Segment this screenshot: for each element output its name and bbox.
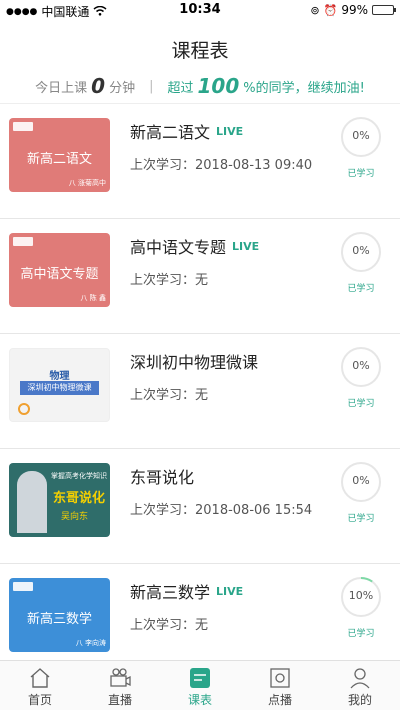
progress-percent: 0% (352, 474, 370, 487)
course-item[interactable]: 物理 深圳初中物理微课 深圳初中物理微课 上次学习：无 0% 已学习 (0, 334, 400, 449)
summary-separator: | (149, 78, 154, 94)
progress-percent: 0% (352, 359, 370, 372)
last-study: 上次学习：无 (130, 388, 209, 403)
course-thumbnail[interactable]: 新高三数学 八 李向涛 (9, 578, 110, 652)
tab-home[interactable]: 首页 (0, 661, 80, 710)
minutes-unit: 分钟 (109, 80, 136, 96)
course-name: 新高三数学 (130, 583, 211, 602)
beyond-label: 超过 (167, 80, 194, 96)
course-item[interactable]: 高中语文专题 八 陈 鑫 高中语文专题 LIVE 上次学习：无 0% 已学习 (0, 219, 400, 334)
course-item[interactable]: 新高三数学 八 李向涛 新高三数学 LIVE 上次学习：无 10% 已学习 (0, 564, 400, 660)
live-camera-icon (110, 668, 131, 687)
tab-bar: 首页 直播 课表 点播 我的 (0, 660, 400, 710)
page-title: 课程表 (171, 40, 229, 62)
progress-percent: 10% (348, 589, 374, 602)
study-summary: 今日上课 0 分钟 | 超过 100 %的同学，继续加油! (0, 74, 400, 98)
course-thumbnail[interactable]: 高中语文专题 八 陈 鑫 (9, 233, 110, 307)
last-study: 上次学习：2018-08-06 15:54 (130, 503, 313, 518)
progress-ring: 0% (340, 116, 382, 158)
live-badge: LIVE (216, 584, 244, 598)
tab-profile[interactable]: 我的 (320, 661, 400, 710)
thumbnail-teacher: 吴向东 (61, 512, 89, 522)
thumbnail-title: 新高二语文 (26, 152, 92, 167)
learned-label: 已学习 (347, 629, 375, 639)
live-badge: LIVE (232, 239, 260, 253)
course-name: 新高二语文 (130, 123, 211, 142)
tab-vod[interactable]: 点播 (240, 661, 320, 710)
progress-percent: 0% (352, 244, 370, 257)
tab-label: 课表 (187, 693, 212, 707)
thumbnail-teacher: 八 涨菊高中 (68, 179, 106, 187)
progress-ring: 0% (340, 346, 382, 388)
course-item[interactable]: 掌握高考化学知识 东哥说化 吴向东 东哥说化 上次学习：2018-08-06 1… (0, 449, 400, 564)
last-study: 上次学习：无 (130, 273, 209, 288)
beyond-suffix: %的同学，继续加油! (243, 80, 365, 96)
course-name: 深圳初中物理微课 (130, 353, 259, 372)
progress-ring: 0% (340, 461, 382, 503)
thumbnail-teacher: 八 李向涛 (75, 639, 106, 647)
learned-label: 已学习 (347, 514, 375, 524)
tab-label: 我的 (347, 693, 372, 707)
battery-icon (372, 5, 396, 15)
live-badge: LIVE (216, 124, 244, 138)
thumbnail-title: 东哥说化 (53, 491, 106, 506)
thumbnail-title: 新高三数学 (26, 612, 92, 627)
profile-icon (350, 668, 370, 689)
vod-icon (270, 668, 290, 688)
course-item[interactable]: 新高二语文 八 涨菊高中 新高二语文 LIVE 上次学习：2018-08-13 … (0, 104, 400, 219)
thumbnail-title: 深圳初中物理微课 (20, 381, 99, 395)
course-name-row: 深圳初中物理微课 (130, 349, 258, 373)
course-name: 高中语文专题 (130, 238, 227, 257)
course-name-row: 新高二语文 LIVE (130, 119, 243, 143)
progress-percent: 0% (352, 129, 370, 142)
today-label: 今日上课 (35, 80, 88, 96)
beyond-percent: 100 (197, 74, 240, 98)
course-thumbnail[interactable]: 新高二语文 八 涨菊高中 (9, 118, 110, 192)
home-icon (30, 668, 50, 688)
learned-label: 已学习 (347, 399, 375, 409)
tab-label: 点播 (267, 693, 292, 707)
grade-tag (13, 582, 33, 591)
tab-label: 直播 (107, 693, 132, 707)
course-thumbnail[interactable]: 掌握高考化学知识 东哥说化 吴向东 (9, 463, 110, 537)
course-name-row: 新高三数学 LIVE (130, 579, 243, 603)
progress-ring: 0% (340, 231, 382, 273)
thumbnail-subtitle: 掌握高考化学知识 (51, 472, 107, 480)
grade-tag (13, 122, 33, 131)
teacher-photo (17, 471, 47, 533)
thumbnail-subject: 物理 (49, 371, 70, 382)
thumbnail-title: 高中语文专题 (20, 267, 99, 282)
alarm-icon: ⏰ (323, 3, 338, 17)
thumbnail-teacher: 八 陈 鑫 (80, 294, 106, 302)
course-name-row: 高中语文专题 LIVE (130, 234, 259, 258)
learned-label: 已学习 (347, 169, 375, 179)
progress-ring: 10% (340, 576, 382, 618)
last-study: 上次学习：2018-08-13 09:40 (130, 158, 313, 173)
tab-live[interactable]: 直播 (80, 661, 160, 710)
lock-rotation-icon: ⊚ (310, 3, 320, 17)
last-study: 上次学习：无 (130, 618, 209, 633)
tab-label: 首页 (27, 693, 52, 707)
battery-percent: 99% (341, 3, 368, 17)
course-name: 东哥说化 (130, 468, 195, 487)
grade-tag (13, 237, 33, 246)
course-thumbnail[interactable]: 物理 深圳初中物理微课 (9, 348, 110, 422)
tab-schedule[interactable]: 课表 (160, 661, 240, 710)
magnet-icon (18, 403, 30, 415)
course-name-row: 东哥说化 (130, 464, 194, 488)
today-minutes: 0 (91, 74, 106, 98)
schedule-icon (190, 668, 210, 688)
learned-label: 已学习 (347, 284, 375, 294)
status-bar: ●●●● 中国联通 10:34 ⊚ ⏰ 99% (0, 0, 400, 20)
